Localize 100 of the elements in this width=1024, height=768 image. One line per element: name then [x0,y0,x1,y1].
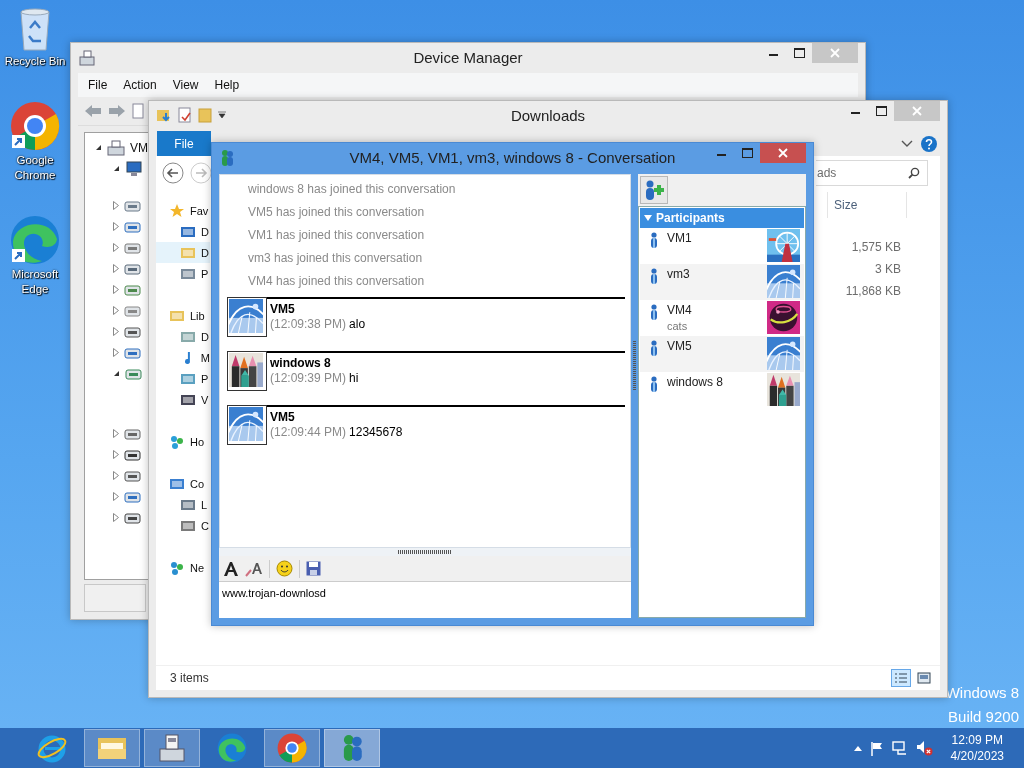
list-icon [894,672,908,684]
nav-item[interactable]: Ho [156,431,210,452]
font-icon[interactable] [223,560,239,577]
window-title: Device Manager [413,49,523,66]
participant-row[interactable]: VM5 [640,336,804,372]
expand-arrow-icon[interactable] [113,450,119,459]
nav-item[interactable]: M [156,347,210,368]
taskbar-button[interactable] [144,729,200,767]
menu-item[interactable]: Help [208,76,246,94]
person-icon [650,376,658,393]
nav-item[interactable]: D [156,326,210,347]
nav-item[interactable]: D [156,221,210,242]
system-message: windows 8 has joined this conversation [247,181,457,198]
flag-icon[interactable] [869,740,884,756]
properties-icon[interactable] [178,107,192,123]
nav-item[interactable]: P [156,263,210,284]
smiley-icon[interactable] [276,560,293,577]
chevron-down-icon[interactable] [901,139,913,148]
chrome-icon[interactable] [10,101,60,151]
system-message: VM5 has joined this conversation [247,204,426,221]
system-message: vm3 has joined this conversation [247,250,424,267]
collapse-arrow-icon[interactable] [113,370,120,377]
network-icon[interactable] [891,740,908,756]
properties-icon[interactable] [132,103,144,119]
expand-arrow-icon[interactable] [113,348,119,357]
expand-arrow-icon[interactable] [113,306,119,315]
splitter-grip[interactable] [398,550,452,554]
volume-muted-icon[interactable] [915,740,933,756]
search-field[interactable]: ads [816,160,928,186]
participant-name: VM5 [667,339,693,354]
nav-item[interactable]: C [156,515,210,536]
tree-item-label[interactable]: VM [130,140,148,155]
expand-arrow-icon[interactable] [113,264,119,273]
add-participant-button[interactable] [640,176,668,204]
menu-item[interactable]: View [166,76,205,94]
computer-manager-icon [78,49,96,67]
participant-name: VM4 [667,303,693,318]
network-icon [169,559,185,576]
expand-arrow-icon[interactable] [113,243,119,252]
save-icon[interactable] [306,561,321,576]
window-title: Downloads [510,107,586,124]
expand-arrow-icon[interactable] [113,222,119,231]
back-icon[interactable] [162,162,184,184]
details-view-button[interactable] [891,669,911,687]
folder-icon [97,735,127,761]
nav-item[interactable]: Co [156,473,210,494]
close-icon [778,148,788,158]
person-icon [650,340,658,357]
taskbar-button[interactable] [84,729,140,767]
sender-name: VM5 [270,409,296,425]
caret-icon[interactable] [218,111,226,119]
ribbon-tab[interactable]: File [157,131,211,156]
monitor-icon [125,160,142,177]
expand-arrow-icon[interactable] [113,201,119,210]
collapse-arrow-icon[interactable] [113,165,120,172]
expand-arrow-icon[interactable] [113,471,119,480]
expand-arrow-icon[interactable] [113,429,119,438]
menu-item[interactable]: Action [117,76,163,94]
nav-item[interactable]: P [156,368,210,389]
forward-arrow-icon[interactable] [108,104,126,118]
participant-row[interactable]: vm3 [640,264,804,300]
watermark-text: Windows 8 [945,684,1019,702]
caret-up-icon[interactable] [853,745,862,751]
nav-item[interactable]: Ne [156,557,210,578]
splitter-grip[interactable] [633,341,636,391]
nav-item[interactable]: V [156,389,210,410]
sender-name: windows 8 [270,355,332,371]
collapse-arrow-icon[interactable] [95,144,102,151]
tiles-view-button[interactable] [914,669,934,687]
system-message: VM1 has joined this conversation [247,227,426,244]
taskbar-button[interactable] [264,729,320,767]
nav-item[interactable]: L [156,494,210,515]
message-input[interactable]: www.trojan-downlosd [219,582,631,618]
clock-time[interactable]: 12:09 PM [951,732,1003,748]
timestamp: (12:09:44 PM) [270,425,347,440]
expand-arrow-icon[interactable] [113,513,119,522]
thumbnail-icon [917,672,931,684]
nav-item[interactable]: Lib [156,305,210,326]
person-icon [650,268,658,285]
clock-date[interactable]: 4/20/2023 [950,748,1004,764]
font-color-icon[interactable] [245,560,263,577]
help-icon[interactable] [921,135,937,152]
timestamp: (12:09:38 PM) [270,317,347,332]
nav-item[interactable]: D [156,242,210,263]
expand-arrow-icon[interactable] [113,327,119,336]
menu-item[interactable]: File [82,76,114,94]
folder-download-icon[interactable] [156,107,172,123]
back-arrow-icon[interactable] [84,104,102,118]
triangle-down-icon [644,215,652,221]
taskbar-button[interactable] [324,729,380,767]
edge-icon[interactable] [10,215,60,265]
watermark-text: Build 9200 [948,708,1019,726]
expand-arrow-icon[interactable] [113,285,119,294]
close-button[interactable] [760,143,806,163]
nav-item[interactable]: Fav [156,200,210,221]
forward-icon[interactable] [190,162,212,184]
window-title: VM4, VM5, VM1, vm3, windows 8 - Conversation [349,149,676,166]
expand-arrow-icon[interactable] [113,492,119,501]
column-header[interactable]: Size [827,192,907,218]
search-icon[interactable] [908,167,920,179]
